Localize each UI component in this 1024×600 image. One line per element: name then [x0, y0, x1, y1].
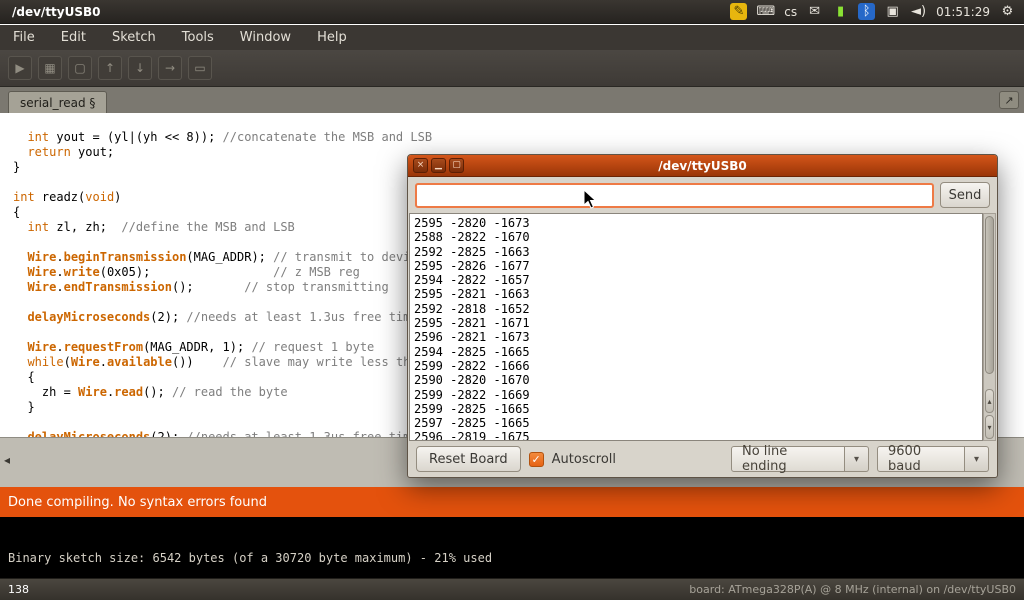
serial-line: 2596 -2819 -1675 [414, 430, 982, 441]
save-sketch-button[interactable]: ↓ [128, 56, 152, 80]
scroll-up-button[interactable]: ▴ [985, 389, 994, 413]
verify-button[interactable]: ▶ [8, 56, 32, 80]
new-sketch-button[interactable]: ▢ [68, 56, 92, 80]
line-ending-select[interactable]: No line ending ▾ [731, 446, 869, 472]
menu-sketch[interactable]: Sketch [99, 26, 169, 49]
serial-scrollbar[interactable]: ▴ ▾ [983, 213, 996, 441]
close-window-button[interactable]: × [413, 158, 428, 173]
top-panel: /dev/ttyUSB0 ✎ ⌨ cs ✉ ▮ ᛒ ▣ ◄) 01:51:29 ⚙ [0, 0, 1024, 24]
menu-edit[interactable]: Edit [48, 26, 99, 49]
line-ending-value: No line ending [731, 446, 845, 472]
reset-board-button[interactable]: Reset Board [416, 446, 521, 472]
serial-line: 2595 -2826 -1677 [414, 259, 982, 273]
serial-line: 2590 -2820 -1670 [414, 373, 982, 387]
serial-line: 2599 -2822 -1666 [414, 359, 982, 373]
maximize-window-button[interactable]: ▢ [449, 158, 464, 173]
serial-line: 2588 -2822 -1670 [414, 230, 982, 244]
serial-line: 2599 -2825 -1665 [414, 402, 982, 416]
compile-status-message: Done compiling. No syntax errors found [8, 495, 267, 510]
compile-status-bar: Done compiling. No syntax errors found [0, 487, 1024, 517]
battery-icon[interactable]: ▮ [832, 3, 849, 20]
keyboard-icon[interactable]: ⌨ [756, 3, 775, 20]
keyboard-layout-indicator[interactable]: cs [784, 5, 797, 19]
serial-monitor-window: ×▁▢ /dev/ttyUSB0 Send 2595 -2820 -167325… [407, 154, 998, 478]
build-console: Binary sketch size: 6542 bytes (of a 307… [0, 517, 1024, 578]
volume-icon[interactable]: ◄) [910, 3, 927, 20]
serial-window-titlebar[interactable]: ×▁▢ /dev/ttyUSB0 [408, 155, 997, 177]
code-line: int yout = (yl|(yh << 8)); //concatenate… [13, 130, 1024, 145]
serial-line: 2596 -2821 -1673 [414, 330, 982, 344]
serial-input-row: Send [408, 177, 997, 213]
serial-window-controls: ×▁▢ [413, 158, 464, 173]
clock[interactable]: 01:51:29 [936, 5, 990, 19]
tab-strip: serial_read § [0, 87, 107, 113]
minimize-window-button[interactable]: ▁ [431, 158, 446, 173]
serial-line: 2594 -2822 -1657 [414, 273, 982, 287]
chevron-down-icon[interactable]: ▾ [845, 446, 869, 472]
panel-window-title: /dev/ttyUSB0 [12, 5, 101, 19]
system-tray: ✎ ⌨ cs ✉ ▮ ᛒ ▣ ◄) 01:51:29 ⚙ [730, 3, 1016, 20]
menu-tools[interactable]: Tools [169, 26, 227, 49]
serial-line: 2592 -2818 -1652 [414, 302, 982, 316]
baud-value: 9600 baud [877, 446, 965, 472]
autoscroll-checkbox[interactable]: ✓ [529, 452, 544, 467]
hscroll-left-arrow-icon[interactable]: ◂ [4, 453, 10, 467]
serial-line: 2595 -2820 -1673 [414, 216, 982, 230]
network-icon[interactable]: ▣ [884, 3, 901, 20]
bluetooth-icon[interactable]: ᛒ [858, 3, 875, 20]
serial-line: 2595 -2821 -1671 [414, 316, 982, 330]
serial-line: 2594 -2825 -1665 [414, 345, 982, 359]
scroll-down-button[interactable]: ▾ [985, 415, 994, 439]
notes-applet-icon[interactable]: ✎ [730, 3, 747, 20]
tab-menu-button[interactable]: ↗ [999, 91, 1019, 109]
mouse-cursor [583, 189, 599, 209]
toolbar: ▶▦▢↑↓→▭ [0, 50, 1024, 87]
autoscroll-label: Autoscroll [552, 452, 616, 467]
scrollbar-thumb[interactable] [985, 216, 994, 374]
serial-output[interactable]: 2595 -2820 -16732588 -2822 -16702592 -28… [409, 213, 983, 441]
desktop: /dev/ttyUSB0 ✎ ⌨ cs ✉ ▮ ᛒ ▣ ◄) 01:51:29 ⚙ FileEdi… [0, 0, 1024, 600]
serial-window-title: /dev/ttyUSB0 [408, 159, 997, 173]
tabbar: serial_read § ↗ [0, 87, 1024, 113]
upload-button[interactable]: → [158, 56, 182, 80]
menu-help[interactable]: Help [304, 26, 360, 49]
serial-input[interactable] [415, 183, 934, 208]
mail-icon[interactable]: ✉ [806, 3, 823, 20]
chevron-down-icon[interactable]: ▾ [965, 446, 989, 472]
console-output: Binary sketch size: 6542 bytes (of a 307… [8, 551, 492, 565]
baud-select[interactable]: 9600 baud ▾ [877, 446, 989, 472]
serial-line: 2597 -2825 -1665 [414, 416, 982, 430]
serial-line: 2592 -2825 -1663 [414, 245, 982, 259]
serial-monitor-button[interactable]: ▭ [188, 56, 212, 80]
send-button[interactable]: Send [940, 182, 990, 208]
serial-line: 2599 -2822 -1669 [414, 388, 982, 402]
serial-line: 2595 -2821 -1663 [414, 287, 982, 301]
board-info: board: ATmega328P(A) @ 8 MHz (internal) … [689, 583, 1016, 596]
stop-button[interactable]: ▦ [38, 56, 62, 80]
menubar: FileEditSketchToolsWindowHelp [0, 25, 1024, 50]
tab-serial-read[interactable]: serial_read § [8, 91, 107, 113]
menu-file[interactable]: File [0, 26, 48, 49]
session-menu-icon[interactable]: ⚙ [999, 3, 1016, 20]
menu-window[interactable]: Window [227, 26, 304, 49]
serial-bottom-bar: Reset Board ✓ Autoscroll No line ending … [409, 442, 996, 476]
open-sketch-button[interactable]: ↑ [98, 56, 122, 80]
statusbar: 138 board: ATmega328P(A) @ 8 MHz (intern… [0, 578, 1024, 600]
line-number-indicator: 138 [8, 583, 29, 596]
